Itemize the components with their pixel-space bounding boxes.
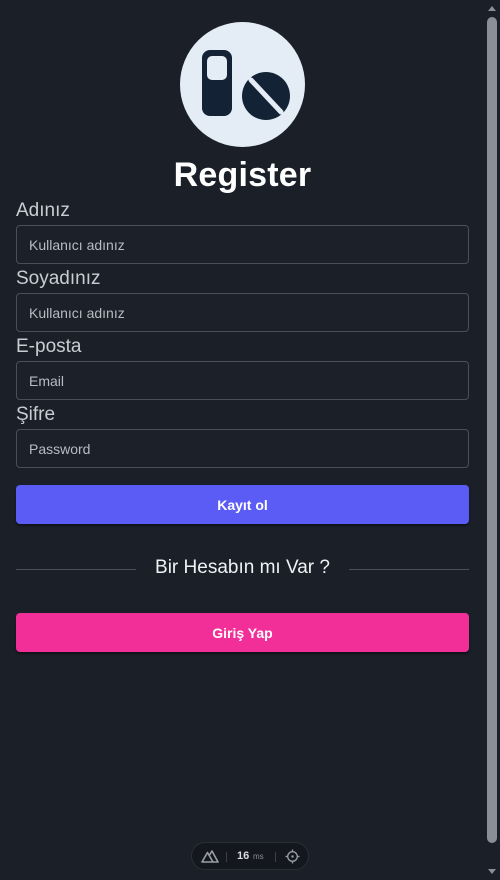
last-name-input[interactable]	[16, 293, 469, 332]
email-input[interactable]	[16, 361, 469, 400]
medicine-pills-icon	[202, 50, 290, 120]
page-title: Register	[173, 156, 312, 194]
first-name-input[interactable]	[16, 225, 469, 264]
first-name-label: Adınız	[16, 200, 70, 221]
password-input[interactable]	[16, 429, 469, 468]
register-button[interactable]: Kayıt ol	[16, 485, 469, 524]
vertical-scrollbar[interactable]	[484, 0, 500, 880]
render-time-unit: ms	[253, 852, 264, 861]
account-divider: Bir Hesabın mı Var ?	[16, 556, 469, 582]
nuxt-logo-icon[interactable]	[201, 850, 219, 868]
crosshair-icon[interactable]	[285, 849, 300, 869]
devbar-separator	[226, 852, 227, 862]
email-label: E-posta	[16, 336, 82, 357]
scroll-down-arrow-icon[interactable]	[488, 869, 496, 874]
register-page: Register Adınız Soyadınız E-posta Şifre …	[0, 0, 500, 880]
password-label: Şifre	[16, 404, 56, 425]
render-time-value: 16	[237, 850, 250, 862]
app-logo	[180, 22, 305, 147]
last-name-label: Soyadınız	[16, 268, 101, 289]
divider-line-right	[349, 569, 469, 570]
divider-text: Bir Hesabın mı Var ?	[155, 557, 330, 578]
devbar-separator	[275, 852, 276, 862]
login-button[interactable]: Giriş Yap	[16, 613, 469, 652]
nuxt-devtools-bar[interactable]: 16 ms	[191, 842, 309, 870]
scrollbar-thumb[interactable]	[487, 17, 497, 843]
scroll-up-arrow-icon[interactable]	[488, 6, 496, 11]
